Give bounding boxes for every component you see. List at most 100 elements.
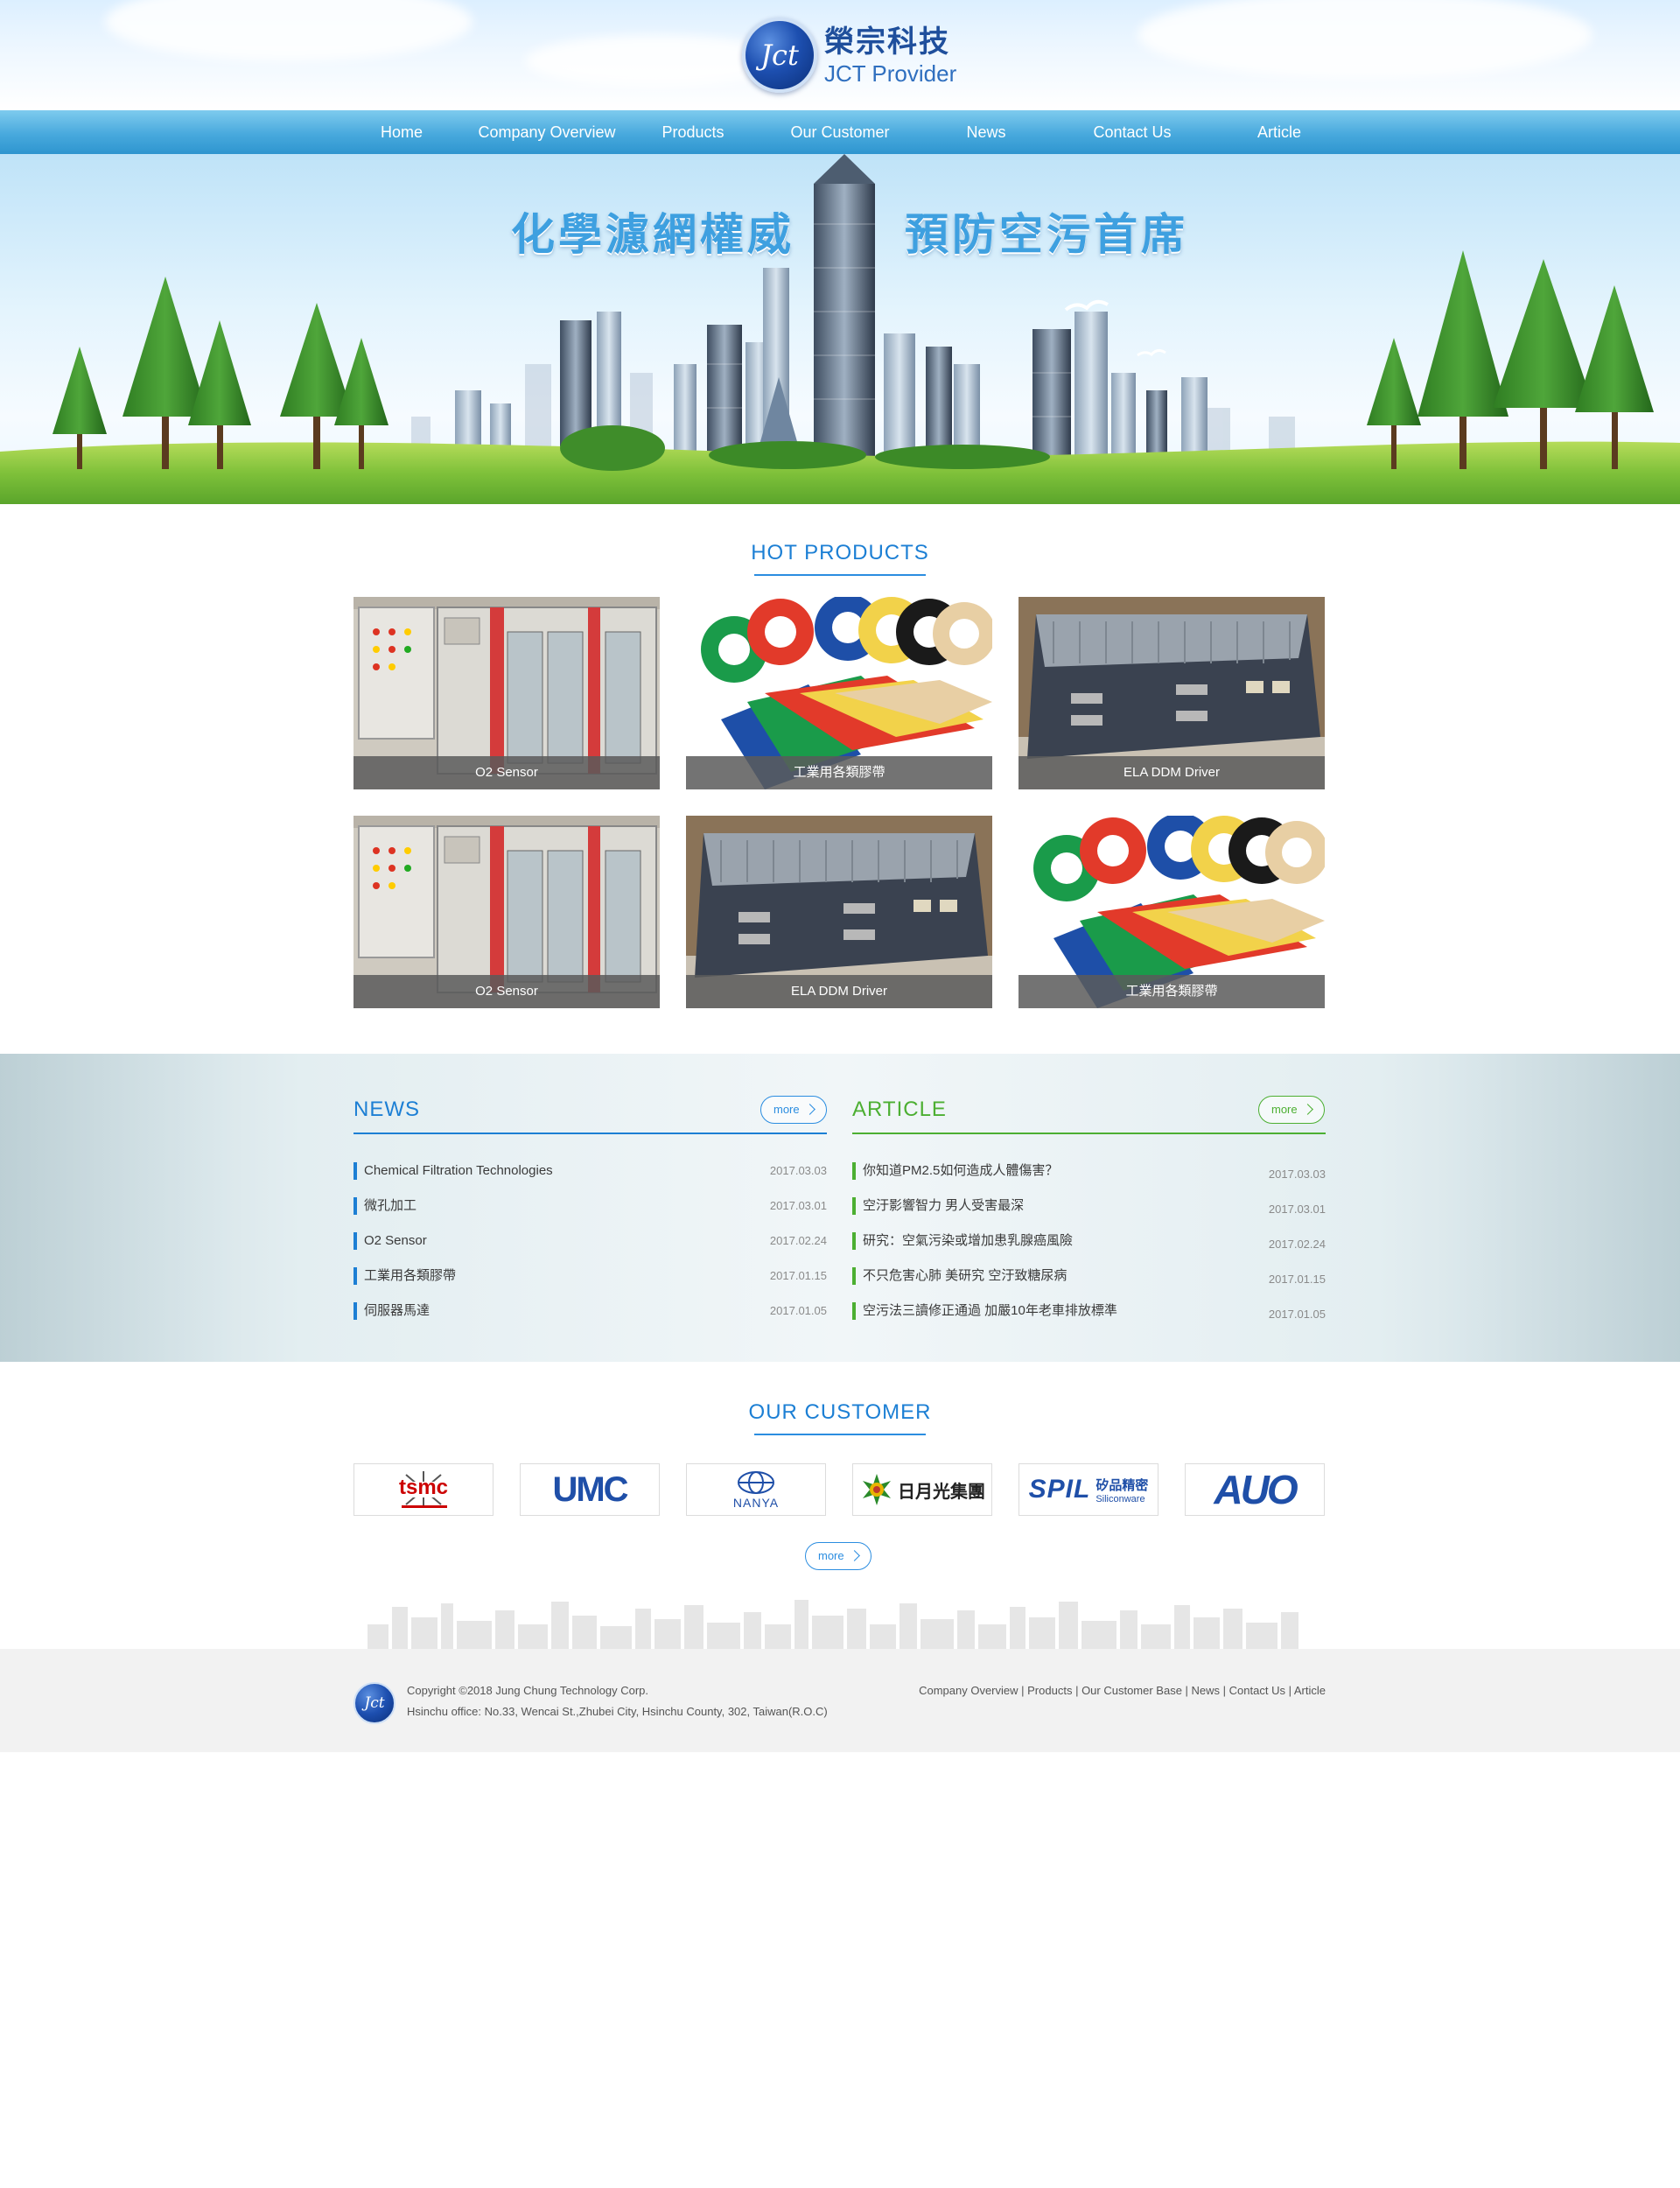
customer-logo-spil[interactable]: SPIL 矽品精密 Siliconware: [1018, 1463, 1158, 1516]
product-caption: O2 Sensor: [354, 756, 660, 789]
product-card[interactable]: 工業用各類膠帶: [1018, 816, 1325, 1008]
hero-banner: 化學濾網權威 預防空污首席: [0, 154, 1680, 504]
news-item-title: 微孔加工: [364, 1198, 417, 1213]
page: Jct 榮宗科技 JCT Provider Home Company Overv…: [0, 0, 1680, 2188]
news-item[interactable]: O2 Sensor 2017.02.24: [354, 1231, 827, 1252]
nav-home[interactable]: Home: [381, 110, 423, 154]
news-item-title: 伺服器馬達: [364, 1303, 430, 1318]
customer-name: tsmc: [398, 1476, 449, 1499]
footer-link-customer-base[interactable]: Our Customer Base: [1082, 1684, 1182, 1697]
banner-headline-left: 化學濾網權威: [511, 209, 794, 260]
footer-separator: |: [1181, 1684, 1192, 1697]
spil-sublabel: 矽品精密 Siliconware: [1096, 1476, 1148, 1504]
footer-link-news[interactable]: News: [1192, 1684, 1221, 1697]
customer-name: 日月光集團: [898, 1480, 985, 1502]
news-item[interactable]: 工業用各類膠帶 2017.01.15: [354, 1266, 827, 1287]
article-item-date: 2017.03.01: [1268, 1203, 1326, 1216]
customer-logo-umc[interactable]: UMC: [520, 1463, 660, 1516]
product-card[interactable]: 工業用各類膠帶: [686, 597, 992, 789]
footer-address: Hsinchu office: No.33, Wencai St.,Zhubei…: [407, 1705, 828, 1718]
news-divider: [354, 1133, 827, 1134]
article-item[interactable]: 研究：空氣污染或增加患乳腺癌風險 2017.02.24: [852, 1231, 1326, 1252]
article-item-date: 2017.01.05: [1268, 1308, 1326, 1321]
footer-link-products[interactable]: Products: [1027, 1684, 1072, 1697]
city-landscape-illustration: [0, 154, 1680, 504]
hot-products-title: HOT PRODUCTS: [751, 541, 929, 565]
news-item[interactable]: 微孔加工 2017.03.01: [354, 1196, 827, 1217]
footer-separator: |: [1284, 1684, 1294, 1697]
customers-title: OUR CUSTOMER: [748, 1400, 932, 1424]
news-title: NEWS: [354, 1098, 420, 1121]
footer-links: Company Overview | Products | Our Custom…: [919, 1684, 1326, 1697]
product-card[interactable]: O2 Sensor: [354, 597, 660, 789]
footer-link-contact-us[interactable]: Contact Us: [1229, 1684, 1285, 1697]
nav-article[interactable]: Article: [1257, 110, 1301, 154]
news-item-date: 2017.03.01: [769, 1199, 827, 1212]
customer-name: UMC: [552, 1469, 628, 1509]
nav-our-customer[interactable]: Our Customer: [790, 110, 889, 154]
customer-logo-ase[interactable]: 日月光集團: [852, 1463, 992, 1516]
customer-logo-auo[interactable]: AUO: [1185, 1463, 1325, 1516]
news-item-title: O2 Sensor: [364, 1233, 427, 1248]
article-item[interactable]: 空污法三讀修正通過 加嚴10年老車排放標準 2017.01.05: [852, 1301, 1326, 1322]
brand-logo[interactable]: Jct 榮宗科技 JCT Provider: [742, 16, 956, 95]
site-header: Jct 榮宗科技 JCT Provider: [0, 0, 1680, 110]
footer-logo-icon: Jct: [354, 1682, 396, 1724]
news-item-date: 2017.01.15: [769, 1269, 827, 1282]
customer-name: SPIL: [1028, 1475, 1091, 1504]
customer-logo-tsmc[interactable]: tsmc: [354, 1463, 494, 1516]
news-item-date: 2017.01.05: [769, 1304, 827, 1317]
article-more-button[interactable]: more: [1258, 1096, 1325, 1124]
brand-text: 榮宗科技 JCT Provider: [824, 24, 956, 87]
article-item-date: 2017.01.15: [1268, 1273, 1326, 1286]
news-item-title: 工業用各類膠帶: [364, 1268, 457, 1283]
footer-separator: |: [1072, 1684, 1082, 1697]
spil-english-name: Siliconware: [1096, 1493, 1145, 1504]
article-item-date: 2017.03.03: [1268, 1168, 1326, 1181]
product-card[interactable]: O2 Sensor: [354, 816, 660, 1008]
nav-company-overview[interactable]: Company Overview: [478, 110, 615, 154]
cloud-decoration: [1138, 0, 1592, 79]
accent-bar: [354, 1267, 357, 1285]
product-caption: O2 Sensor: [354, 975, 660, 1008]
more-label: more: [1271, 1103, 1298, 1116]
footer-copyright: Copyright ©2018 Jung Chung Technology Co…: [407, 1684, 649, 1697]
footer-link-company-overview[interactable]: Company Overview: [919, 1684, 1018, 1697]
spil-chinese-name: 矽品精密: [1096, 1477, 1149, 1493]
nanya-logo-icon: [738, 1471, 774, 1494]
main-nav: Home Company Overview Products Our Custo…: [0, 110, 1680, 154]
article-item-title: 你知道PM2.5如何造成人體傷害？: [863, 1163, 1059, 1178]
article-item[interactable]: 空汙影響智力 男人受害最深 2017.03.01: [852, 1196, 1326, 1217]
customers-more-button[interactable]: more: [805, 1542, 872, 1570]
product-card[interactable]: ELA DDM Driver: [686, 816, 992, 1008]
chevron-right-icon: [849, 1550, 860, 1561]
customer-name: AUO: [1214, 1467, 1298, 1512]
product-caption: 工業用各類膠帶: [686, 756, 992, 789]
article-item-title: 研究：空氣污染或增加患乳腺癌風險: [863, 1233, 1074, 1248]
article-item[interactable]: 你知道PM2.5如何造成人體傷害？ 2017.03.03: [852, 1161, 1326, 1182]
news-more-button[interactable]: more: [760, 1096, 827, 1124]
chevron-right-icon: [804, 1104, 816, 1115]
footer-logo-monogram: Jct: [364, 1694, 385, 1712]
footer-separator: |: [1018, 1684, 1028, 1697]
logo-monogram: Jct: [760, 39, 799, 72]
news-item[interactable]: Chemical Filtration Technologies 2017.03.…: [354, 1161, 827, 1182]
nav-contact-us[interactable]: Contact Us: [1093, 110, 1171, 154]
accent-bar: [354, 1197, 357, 1215]
hot-products-underline: [754, 574, 926, 576]
product-caption: ELA DDM Driver: [686, 975, 992, 1008]
product-card[interactable]: ELA DDM Driver: [1018, 597, 1325, 789]
nav-products[interactable]: Products: [662, 110, 724, 154]
customer-logo-nanya[interactable]: NANYA: [686, 1463, 826, 1516]
accent-bar: [354, 1232, 357, 1250]
footer-link-article[interactable]: Article: [1294, 1684, 1326, 1697]
hallway-background-left: [0, 1054, 228, 1362]
article-item[interactable]: 不只危害心肺 美研究 空汙致糖尿病 2017.01.15: [852, 1266, 1326, 1287]
cloud-decoration: [105, 0, 472, 61]
product-caption: ELA DDM Driver: [1018, 756, 1325, 789]
more-label: more: [818, 1549, 844, 1562]
news-item[interactable]: 伺服器馬達 2017.01.05: [354, 1301, 827, 1322]
nav-news[interactable]: News: [966, 110, 1005, 154]
chevron-right-icon: [1302, 1104, 1313, 1115]
banner-headline-right: 預防空污首席: [905, 209, 1188, 260]
